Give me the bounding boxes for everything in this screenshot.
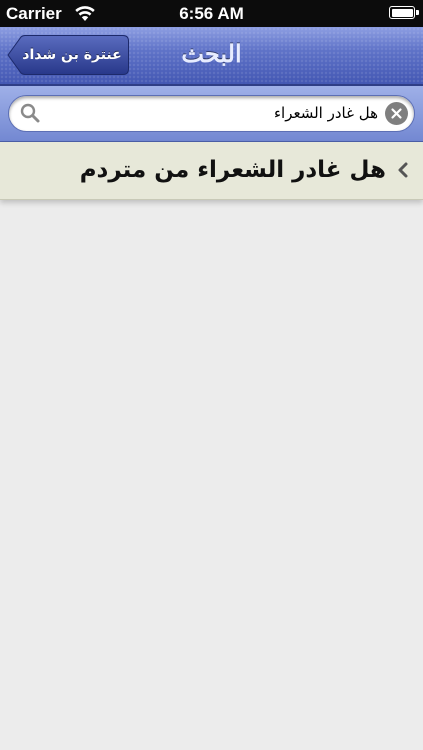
status-bar: Carrier 6:56 AM: [0, 0, 423, 27]
list-item[interactable]: هل غادر الشعراء من متردم: [0, 142, 423, 200]
search-icon: [20, 103, 40, 123]
search-bar: [0, 86, 423, 142]
results-list: هل غادر الشعراء من متردم: [0, 142, 423, 200]
battery-fill: [391, 8, 413, 17]
search-field[interactable]: [8, 95, 415, 132]
clear-icon[interactable]: [385, 102, 408, 125]
result-text: هل غادر الشعراء من متردم: [79, 157, 386, 183]
battery-nub: [416, 10, 419, 15]
clear-x-glyph: [391, 108, 402, 119]
chevron-left-icon: [398, 162, 408, 178]
back-button-label: عنترة بن شداد: [22, 47, 122, 63]
battery-icon: [389, 6, 419, 19]
navigation-bar: البحث عنترة بن شداد: [0, 27, 423, 86]
clock: 6:56 AM: [179, 4, 244, 23]
back-button[interactable]: عنترة بن شداد: [7, 35, 129, 75]
search-input[interactable]: [47, 96, 378, 131]
